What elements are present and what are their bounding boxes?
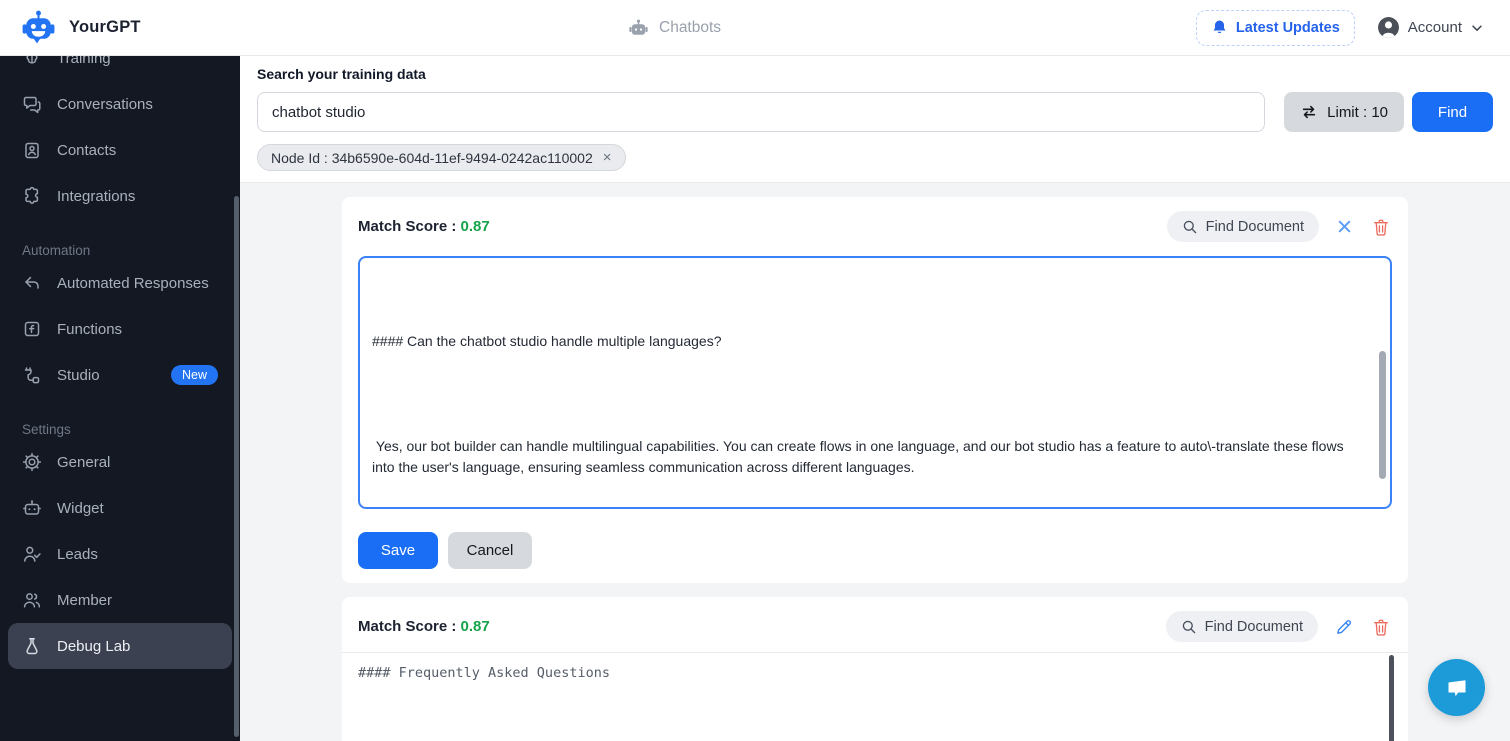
sidebar-item-integrations[interactable]: Integrations [8,173,232,219]
find-document-label: Find Document [1204,618,1303,635]
find-button[interactable]: Find [1412,92,1493,132]
remove-tag-icon[interactable]: × [603,150,612,165]
find-document-button[interactable]: Find Document [1166,211,1319,242]
new-badge: New [170,364,218,386]
match-score-value: 0.87 [460,218,490,235]
training-icon [22,56,42,68]
chunk-editor-textarea[interactable]: #### Can the chatbot studio handle multi… [358,256,1392,509]
contacts-icon [22,140,42,160]
filter-tag-label: Node Id : 34b6590e-604d-11ef-9494-0242ac… [271,149,593,166]
yourgpt-logo-icon [20,9,57,46]
page-title: Chatbots [628,0,721,56]
page-title-label: Chatbots [659,19,722,36]
sidebar-section-automation: Automation [22,243,91,258]
integrations-icon [22,186,42,206]
search-icon [1182,219,1198,235]
person-check-icon [22,544,42,564]
conversations-icon [22,94,42,114]
search-input[interactable] [257,92,1266,132]
match-score: Match Score : 0.87 [358,618,490,635]
sidebar-item-general[interactable]: General [8,439,232,485]
reply-icon [22,273,42,293]
account-avatar-icon [1377,16,1400,39]
sidebar-item-label: Conversations [57,95,153,113]
swap-arrows-icon [1300,103,1318,121]
node-id-filter-tag: Node Id : 34b6590e-604d-11ef-9494-0242ac… [257,144,626,171]
sidebar-item-training[interactable]: Training [8,56,232,81]
sidebar-item-label: Widget [57,499,104,517]
sidebar-item-label: Functions [57,320,123,338]
cancel-button[interactable]: Cancel [448,532,532,569]
sidebar-item-conversations[interactable]: Conversations [8,81,232,127]
textarea-scrollbar[interactable] [1379,351,1386,479]
limit-button[interactable]: Limit : 10 [1284,92,1404,132]
sidebar-item-widget[interactable]: Widget [8,485,232,531]
sidebar-item-member[interactable]: Member [8,577,232,623]
sidebar-item-automated-responses[interactable]: Automated Responses [8,260,232,306]
sidebar-item-label: General [57,453,111,471]
delete-icon[interactable] [1370,216,1392,238]
chevron-down-icon [1470,21,1484,35]
search-label: Search your training data [257,66,426,82]
brand-name: YourGPT [69,18,141,36]
people-icon [22,590,42,610]
chunk-content-text: #### Frequently Asked Questions [358,665,610,681]
find-document-label: Find Document [1205,218,1304,235]
chatbot-icon [628,18,649,39]
sidebar-scrollbar[interactable] [234,196,239,737]
latest-updates-button[interactable]: Latest Updates [1195,9,1355,46]
studio-icon [22,365,42,385]
sidebar-item-contacts[interactable]: Contacts [8,127,232,173]
function-icon [22,319,42,339]
match-score-label: Match Score : [358,218,457,235]
brand[interactable]: YourGPT [0,9,141,46]
search-section: Search your training data Limit : 10 Fin… [240,56,1510,183]
robot-icon [22,498,42,518]
sidebar-item-label: Contacts [57,141,117,159]
sidebar-item-debug-lab[interactable]: Debug Lab [8,623,232,669]
chat-widget-button[interactable] [1428,659,1485,716]
main-content: Search your training data Limit : 10 Fin… [240,56,1510,741]
account-label: Account [1407,19,1462,36]
chunk-content-view[interactable]: #### Frequently Asked Questions [342,652,1408,741]
save-button[interactable]: Save [358,532,438,569]
sidebar-section-settings: Settings [22,422,71,437]
gear-icon [22,452,42,472]
match-score-value: 0.87 [460,618,490,635]
sidebar-item-studio[interactable]: Studio New [8,352,232,398]
sidebar-item-leads[interactable]: Leads [8,531,232,577]
search-icon [1181,619,1197,635]
sidebar-item-label: Member [57,591,113,609]
sidebar-item-label: Integrations [57,187,136,205]
bell-icon [1211,19,1228,36]
close-edit-icon[interactable] [1334,216,1355,237]
content-scrollbar[interactable] [1389,655,1394,741]
sidebar-item-label: Training [57,56,111,67]
chat-bubble-icon [1442,673,1472,703]
latest-updates-label: Latest Updates [1235,19,1340,36]
limit-label: Limit : 10 [1327,103,1388,121]
sidebar: Training Conversations Contacts Integrat… [0,56,240,741]
result-card-1: Match Score : 0.87 Find Document #### Ca… [342,197,1408,583]
delete-icon[interactable] [1370,616,1392,638]
sidebar-item-label: Studio [57,366,100,384]
edit-pencil-icon[interactable] [1333,616,1355,638]
result-card-2: Match Score : 0.87 Find Document #### Fr… [342,597,1408,741]
account-menu[interactable]: Account [1377,16,1484,39]
sidebar-item-label: Automated Responses [57,274,209,292]
find-document-button[interactable]: Find Document [1165,611,1318,642]
sidebar-item-label: Debug Lab [57,637,131,655]
match-score-label: Match Score : [358,618,457,635]
top-header: YourGPT Chatbots Latest Updates Account [0,0,1510,56]
sidebar-item-label: Leads [57,545,98,563]
sidebar-item-functions[interactable]: Functions [8,306,232,352]
flask-icon [22,636,42,656]
match-score: Match Score : 0.87 [358,218,490,235]
